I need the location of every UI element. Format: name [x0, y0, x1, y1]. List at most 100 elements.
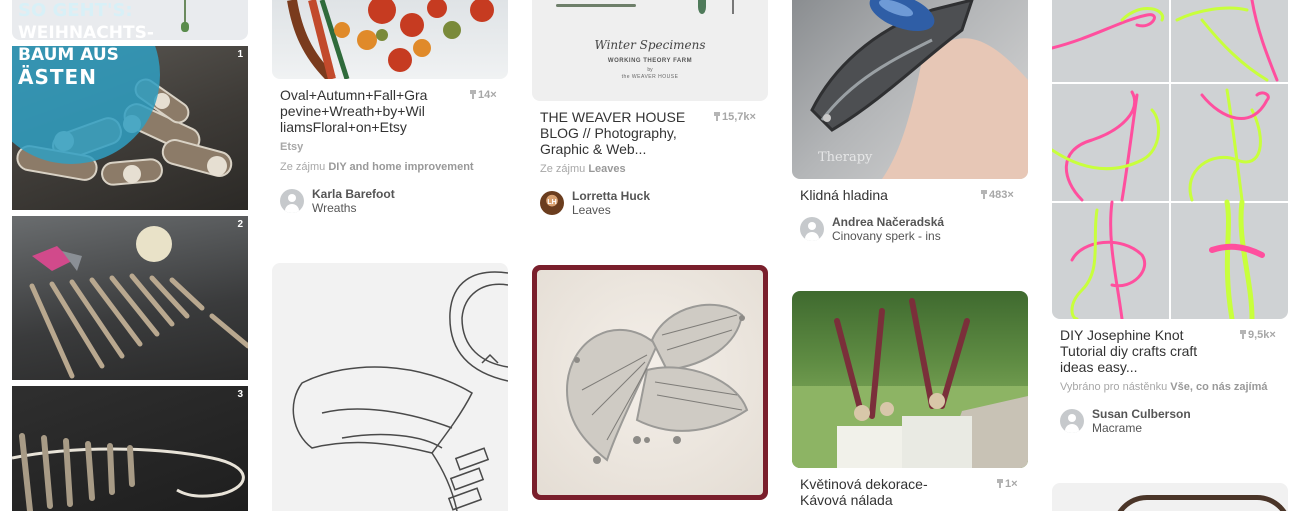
pin-title[interactable]: THE WEAVER HOUSE BLOG // Photography, Gr…	[540, 109, 710, 157]
pin-kvetinova-dekorace[interactable]: Květinová dekorace- Kávová nálada 1×	[792, 291, 1028, 511]
user-avatar[interactable]	[280, 189, 304, 213]
pin-bottom-bracelet[interactable]	[1052, 483, 1288, 511]
repin-count: 9,5k×	[1240, 329, 1276, 341]
pin-klidna-hladina[interactable]: Therapy Klidná hladina 483× Andrea Načer…	[792, 0, 1028, 250]
pin-title-line-3: liamsFloral+on+Etsy	[280, 119, 407, 135]
user-avatar[interactable]	[1060, 409, 1084, 433]
filigree-illustration	[565, 303, 749, 464]
planters-illustration	[792, 298, 1028, 468]
ornament-icon-bulb	[181, 22, 189, 32]
pin-title-line-2: BLOG // Photography,	[540, 125, 677, 141]
badge-line-2: WEIHNACHTS-	[18, 23, 154, 43]
board-name[interactable]: Wreaths	[312, 201, 395, 215]
pin-image-wreath[interactable]	[272, 0, 508, 79]
pin-title-line-2: pevine+Wreath+by+Wil	[280, 103, 425, 119]
ladder-illustration	[12, 433, 245, 511]
pin-picked-for[interactable]: Vybráno pro nástěnku Vše, co nás zajímá	[1060, 381, 1268, 393]
badge-line-4: ÄSTEN	[18, 65, 97, 89]
pin-weaver-house[interactable]: Winter Specimens WORKING THEORY FARM by …	[532, 0, 768, 230]
repin-count-text: 9,5k×	[1248, 329, 1276, 341]
pin-icon	[470, 90, 476, 99]
pin-title[interactable]: Květinová dekorace- Kávová nálada	[800, 476, 970, 508]
user-avatar[interactable]	[800, 217, 824, 241]
interest-prefix: Ze zájmu	[280, 161, 326, 173]
pin-user[interactable]: Susan Culberson Macrame	[1092, 407, 1191, 435]
picked-prefix: Vybráno pro nástěnku	[1060, 381, 1168, 393]
avatar-initials: LH	[547, 199, 557, 206]
repin-count-text: 15,7k×	[722, 111, 756, 123]
board-name[interactable]: Macrame	[1092, 421, 1191, 435]
repin-count: 14×	[470, 89, 497, 101]
angel-outline-illustration	[292, 271, 508, 511]
image-watermark: Therapy	[818, 150, 873, 165]
pin-title[interactable]: Oval+Autumn+Fall+Gra pevine+Wreath+by+Wi…	[280, 87, 460, 135]
image-leaf-1	[698, 0, 706, 14]
repin-count: 1×	[997, 478, 1018, 490]
board-name[interactable]: Leaves	[572, 203, 650, 217]
interest-name[interactable]: Leaves	[588, 163, 625, 175]
pin-title-line-3: ideas easy...	[1060, 359, 1138, 375]
image-caption: Winter Specimens	[594, 38, 706, 52]
repin-count-text: 1×	[1005, 478, 1018, 490]
repin-count: 483×	[981, 189, 1014, 201]
user-name[interactable]: Susan Culberson	[1092, 407, 1191, 421]
interest-name[interactable]: DIY and home improvement	[328, 161, 473, 173]
pin-title[interactable]: DIY Josephine Knot Tutorial diy crafts c…	[1060, 327, 1230, 375]
pin-image-brooch[interactable]	[532, 265, 768, 500]
pin-user[interactable]: Lorretta Huck Leaves	[572, 189, 650, 217]
knot-steps-illustration	[1052, 0, 1288, 319]
pin-filigree-brooch[interactable]	[532, 265, 768, 500]
twigs-illustration	[29, 226, 248, 379]
step-number-3: 3	[237, 389, 243, 400]
pin-user[interactable]: Andrea Načeradská Cinovany sperk - ins	[832, 215, 944, 243]
pin-icon	[1240, 330, 1246, 339]
pin-image-step3[interactable]: 3	[12, 386, 248, 511]
user-name[interactable]: Karla Barefoot	[312, 187, 395, 201]
image-author: the WEAVER HOUSE	[621, 74, 679, 80]
pin-title-line-1: Oval+Autumn+Fall+Gra	[280, 87, 428, 103]
pin-weihnachtsbaum[interactable]: 1 SO GEHT'S: WEIHNACHTS- BAUM AUS ÄSTEN …	[12, 0, 248, 511]
step-number-1: 1	[237, 49, 243, 60]
wreath-illustration	[287, 0, 494, 79]
user-avatar[interactable]: LH	[540, 191, 564, 215]
pin-title-line-2: Kávová nálada	[800, 492, 893, 508]
picked-board[interactable]: Vše, co nás zajímá	[1170, 381, 1267, 393]
pin-image-angel[interactable]	[272, 263, 508, 511]
pin-image-bracelet[interactable]	[1052, 483, 1288, 511]
pin-image-step2[interactable]: 2	[12, 216, 248, 380]
pin-title-line-1: Květinová dekorace-	[800, 476, 928, 492]
pin-josephine-knot[interactable]: DIY Josephine Knot Tutorial diy crafts c…	[1052, 0, 1288, 440]
pin-icon	[714, 112, 720, 121]
pin-title-line-1: THE WEAVER HOUSE	[540, 109, 686, 125]
pin-image-weaver[interactable]: Winter Specimens WORKING THEORY FARM by …	[532, 0, 768, 101]
pin-title[interactable]: Klidná hladina	[800, 187, 888, 203]
pin-wreath[interactable]: Oval+Autumn+Fall+Gra pevine+Wreath+by+Wi…	[272, 0, 508, 230]
pin-icon	[997, 479, 1003, 488]
pin-interest[interactable]: Ze zájmu DIY and home improvement	[280, 161, 474, 173]
user-name[interactable]: Andrea Načeradská	[832, 215, 944, 229]
interest-prefix: Ze zájmu	[540, 163, 586, 175]
pin-source[interactable]: Etsy	[280, 141, 303, 153]
pin-image-knot[interactable]	[1052, 0, 1288, 319]
badge-line-1: SO GEHT'S:	[18, 0, 133, 21]
repin-count-text: 14×	[478, 89, 497, 101]
bracelet-cord	[1112, 495, 1288, 511]
brooch-mat	[537, 270, 763, 495]
image-leaf-2	[732, 0, 734, 14]
repin-count-text: 483×	[989, 189, 1014, 201]
pin-image-pendant[interactable]: Therapy	[792, 0, 1028, 179]
pin-title-line-1: DIY Josephine Knot	[1060, 327, 1184, 343]
board-name[interactable]: Cinovany sperk - ins	[832, 229, 944, 243]
pin-angel[interactable]	[272, 263, 508, 511]
user-name[interactable]: Lorretta Huck	[572, 189, 650, 203]
image-sub: WORKING THEORY FARM	[607, 58, 693, 64]
pin-icon	[981, 190, 987, 199]
pin-user[interactable]: Karla Barefoot Wreaths	[312, 187, 395, 215]
image-branch-line	[556, 4, 636, 7]
pin-title-line-3: Graphic & Web...	[540, 141, 647, 157]
pin-image-planters[interactable]	[792, 291, 1028, 468]
step-number-2: 2	[237, 219, 243, 230]
badge-text: SO GEHT'S: WEIHNACHTS- BAUM AUS ÄSTEN	[18, 0, 154, 88]
pin-interest[interactable]: Ze zájmu Leaves	[540, 163, 626, 175]
badge-line-3: BAUM AUS	[18, 45, 119, 65]
